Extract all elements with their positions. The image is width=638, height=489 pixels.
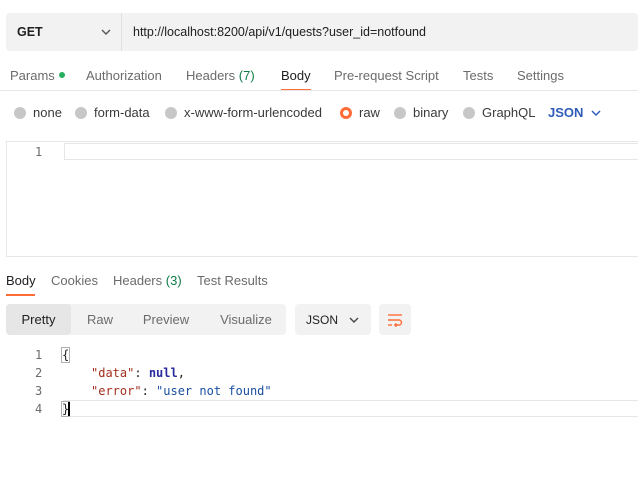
text-cursor: [68, 402, 70, 416]
response-body-viewer[interactable]: 1 { 2 "data": null, 3 "error": "user not…: [0, 344, 638, 424]
request-tabs: Params Authorization Headers (7) Body Pr…: [0, 62, 638, 90]
body-type-label: none: [33, 105, 62, 120]
tab-cookies[interactable]: Cookies: [51, 273, 98, 288]
open-brace: {: [60, 347, 71, 363]
line-number: 1: [35, 348, 43, 362]
chevron-down-icon: [349, 317, 359, 323]
body-language-select[interactable]: JSON: [548, 105, 601, 120]
json-separator: :: [134, 366, 149, 380]
body-type-form-data[interactable]: form-data: [75, 105, 150, 120]
tab-settings[interactable]: Settings: [517, 68, 564, 83]
json-comma: ,: [177, 366, 185, 380]
wrap-lines-icon: [388, 313, 403, 327]
active-line-highlight: [63, 400, 638, 417]
code-line: {: [60, 347, 71, 363]
body-type-binary[interactable]: binary: [394, 105, 448, 120]
request-body-editor[interactable]: 1: [6, 141, 638, 257]
tab-test-results[interactable]: Test Results: [197, 273, 268, 288]
response-format-select[interactable]: JSON: [295, 304, 371, 335]
body-type-label: binary: [413, 105, 449, 120]
view-preview-button[interactable]: Preview: [130, 304, 202, 335]
body-type-raw[interactable]: raw: [340, 105, 380, 120]
chevron-down-icon: [591, 109, 601, 116]
tab-params[interactable]: Params: [10, 68, 65, 83]
tab-body[interactable]: Body: [281, 68, 311, 83]
radio-binary[interactable]: [394, 106, 406, 119]
line-number: 4: [35, 402, 43, 416]
json-key: "data": [91, 366, 135, 380]
tab-tests[interactable]: Tests: [463, 68, 493, 83]
view-visualize-button[interactable]: Visualize: [208, 304, 284, 335]
tab-response-headers-label: Headers: [113, 273, 163, 288]
request-bar: GET http://localhost:8200/api/v1/quests?…: [6, 13, 638, 51]
json-value: null: [148, 366, 178, 380]
code-line: "data": null,: [91, 366, 185, 380]
line-number: 2: [35, 366, 43, 380]
view-pretty-button[interactable]: Pretty: [6, 304, 71, 335]
tab-response-headers[interactable]: Headers (3): [113, 273, 182, 288]
method-label: GET: [17, 25, 43, 39]
body-type-options: none form-data x-www-form-urlencoded raw…: [0, 101, 638, 123]
params-status-dot: [58, 72, 65, 78]
view-raw-button[interactable]: Raw: [72, 304, 128, 335]
view-mode-group: Pretty Raw Preview Visualize: [6, 304, 286, 335]
body-type-label: raw: [359, 105, 380, 120]
tab-pre-request-script[interactable]: Pre-request Script: [334, 68, 439, 83]
method-select[interactable]: GET: [6, 13, 122, 51]
editor-active-line[interactable]: [64, 143, 638, 160]
body-type-none[interactable]: none: [14, 105, 62, 120]
tab-headers[interactable]: Headers (7): [186, 68, 255, 83]
line-number: 1: [35, 145, 43, 159]
code-line: "error": "user not found": [91, 384, 272, 398]
tab-response-headers-count: (3): [165, 273, 182, 288]
wrap-lines-button[interactable]: [379, 304, 411, 335]
divider: [0, 90, 638, 91]
body-type-label: x-www-form-urlencoded: [184, 105, 322, 120]
json-key: "error": [91, 384, 142, 398]
body-type-label: form-data: [94, 105, 150, 120]
tab-authorization[interactable]: Authorization: [86, 68, 162, 83]
radio-graphql[interactable]: [463, 106, 475, 119]
tab-headers-label: Headers: [186, 68, 236, 83]
radio-none[interactable]: [14, 106, 26, 119]
radio-raw[interactable]: [340, 106, 352, 119]
body-type-label: GraphQL: [482, 105, 536, 120]
body-language-label: JSON: [548, 105, 584, 120]
json-separator: :: [141, 384, 157, 398]
radio-form-data[interactable]: [75, 106, 87, 119]
json-value: "user not found": [156, 384, 272, 398]
tab-headers-count: (7): [238, 68, 255, 83]
response-format-label: JSON: [306, 312, 339, 327]
url-input[interactable]: http://localhost:8200/api/v1/quests?user…: [122, 13, 638, 51]
line-number: 3: [35, 384, 43, 398]
response-tabs: Body Cookies Headers (3) Test Results: [0, 270, 638, 296]
chevron-down-icon: [101, 29, 111, 35]
radio-urlencoded[interactable]: [165, 106, 177, 119]
body-type-urlencoded[interactable]: x-www-form-urlencoded: [165, 105, 322, 120]
tab-response-body[interactable]: Body: [6, 273, 36, 288]
active-response-tab-indicator: [6, 294, 35, 296]
tab-params-label: Params: [10, 68, 55, 83]
body-type-graphql[interactable]: GraphQL: [463, 105, 535, 120]
